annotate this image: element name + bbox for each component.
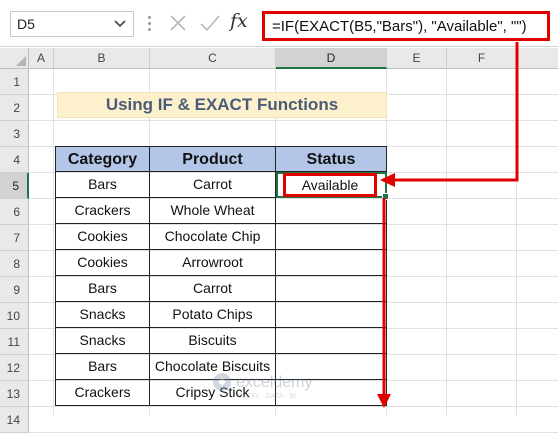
watermark: exceldemy EXCEL · DATA · BI	[210, 370, 360, 407]
formula-to-cell-arrow	[393, 42, 519, 182]
watermark-brand: exceldemy	[236, 374, 312, 391]
watermark-tagline: EXCEL · DATA · BI	[237, 393, 296, 400]
annotation-arrows	[377, 42, 519, 408]
arrowhead-down	[377, 394, 391, 408]
exceldemy-logo-icon	[213, 373, 231, 391]
arrowhead-left	[380, 173, 395, 187]
